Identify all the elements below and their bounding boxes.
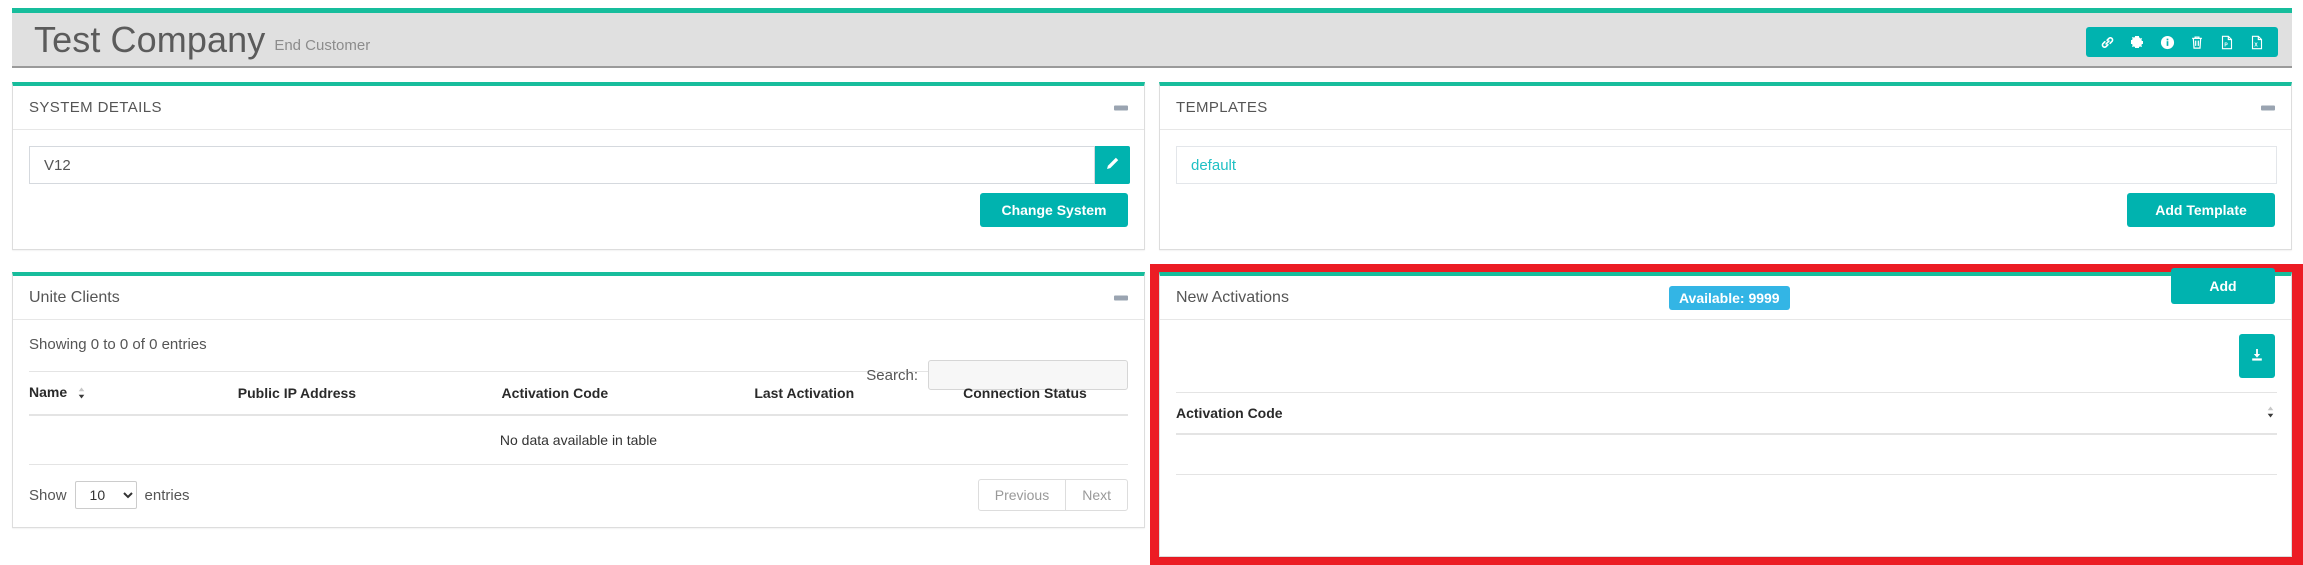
new-activations-title: New Activations bbox=[1176, 288, 1289, 306]
activations-table: Activation Code bbox=[1176, 392, 2277, 475]
change-system-button[interactable]: Change System bbox=[980, 193, 1128, 227]
unite-clients-title: Unite Clients bbox=[29, 288, 120, 306]
trash-icon[interactable] bbox=[2182, 27, 2212, 57]
gear-icon[interactable] bbox=[2122, 27, 2152, 57]
system-details-header: SYSTEM DETAILS bbox=[13, 86, 1144, 130]
available-badge: Available: 9999 bbox=[1668, 285, 1790, 310]
file-excel-icon[interactable]: X bbox=[2242, 27, 2272, 57]
system-version-field[interactable]: V12 bbox=[29, 146, 1095, 184]
pagination: Previous Next bbox=[977, 479, 1128, 511]
column-header-connection-status[interactable]: Connection Status bbox=[963, 371, 1128, 416]
page-size-select[interactable]: 10 bbox=[74, 481, 137, 509]
column-header-activation-code[interactable]: Activation Code bbox=[1176, 392, 2277, 435]
add-template-button[interactable]: Add Template bbox=[2127, 193, 2275, 227]
activation-code-cell[interactable] bbox=[1176, 434, 2277, 475]
page-title: Test Company bbox=[34, 18, 266, 60]
activations-table-head: Activation Code bbox=[1176, 392, 2277, 435]
column-header-last-activation[interactable]: Last Activation bbox=[754, 371, 964, 416]
minimize-icon[interactable] bbox=[2261, 105, 2275, 110]
svg-text:X: X bbox=[2254, 42, 2258, 48]
table-row bbox=[1176, 434, 2277, 475]
download-icon bbox=[2249, 347, 2265, 366]
unite-clients-table-head: Name Public IP Address Activation Code L… bbox=[29, 371, 1128, 416]
entries-label: entries bbox=[144, 486, 190, 504]
templates-panel: TEMPLATES default Add Template bbox=[1159, 82, 2292, 250]
column-header-public-ip[interactable]: Public IP Address bbox=[237, 371, 502, 416]
empty-table-message: No data available in table bbox=[29, 415, 1128, 465]
template-item-default[interactable]: default bbox=[1191, 157, 1236, 174]
page-subtitle: End Customer bbox=[274, 37, 371, 54]
system-edit-button[interactable] bbox=[1095, 146, 1130, 184]
activations-table-wrap: Activation Code bbox=[1176, 392, 2277, 475]
unite-clients-table: Name Public IP Address Activation Code L… bbox=[29, 371, 1128, 465]
system-details-panel: SYSTEM DETAILS V12 Change System bbox=[12, 82, 1145, 250]
new-activations-panel: New Activations Available: 9999 Activati… bbox=[1159, 268, 2292, 557]
page-root: Test Company End Customer P X SYSTEM DET… bbox=[0, 0, 2303, 565]
add-activation-button[interactable]: Add bbox=[2171, 268, 2275, 304]
column-header-name[interactable]: Name bbox=[29, 371, 238, 416]
previous-page-button[interactable]: Previous bbox=[977, 479, 1067, 511]
header-action-toolbar: P X bbox=[2086, 27, 2278, 57]
download-activations-button[interactable] bbox=[2239, 334, 2275, 378]
activations-table-body bbox=[1176, 434, 2277, 475]
unite-clients-header: Unite Clients bbox=[13, 276, 1144, 320]
table-row: No data available in table bbox=[29, 415, 1128, 465]
template-list: default bbox=[1176, 146, 2277, 184]
next-page-button[interactable]: Next bbox=[1065, 479, 1128, 511]
minimize-icon[interactable] bbox=[1114, 105, 1128, 110]
table-header-row: Activation Code bbox=[1176, 392, 2277, 435]
page-header: Test Company End Customer P X bbox=[12, 8, 2292, 68]
svg-text:P: P bbox=[2224, 42, 2228, 48]
column-header-activation-code[interactable]: Activation Code bbox=[501, 371, 755, 416]
showing-entries-text: Showing 0 to 0 of 0 entries bbox=[29, 336, 207, 353]
minimize-icon[interactable] bbox=[1114, 295, 1128, 300]
show-entries-control: Show 10 entries bbox=[29, 481, 190, 509]
new-activations-header: New Activations Available: 9999 bbox=[1160, 276, 2291, 320]
pencil-icon bbox=[1105, 156, 1120, 174]
sort-icon bbox=[2266, 405, 2275, 421]
show-label: Show bbox=[29, 486, 67, 504]
unite-clients-body: Showing 0 to 0 of 0 entries Search: Name bbox=[13, 320, 1144, 527]
templates-header: TEMPLATES bbox=[1160, 86, 2291, 130]
unite-clients-table-body: No data available in table bbox=[29, 415, 1128, 465]
file-pdf-icon[interactable]: P bbox=[2212, 27, 2242, 57]
sort-icon bbox=[77, 386, 86, 402]
unite-clients-panel: Unite Clients Showing 0 to 0 of 0 entrie… bbox=[12, 272, 1145, 528]
info-icon[interactable] bbox=[2152, 27, 2182, 57]
link-icon[interactable] bbox=[2092, 27, 2122, 57]
table-header-row: Name Public IP Address Activation Code L… bbox=[29, 371, 1128, 416]
system-details-title: SYSTEM DETAILS bbox=[29, 99, 162, 116]
templates-title: TEMPLATES bbox=[1176, 99, 1268, 116]
table-footer: Show 10 entries Previous Next bbox=[29, 479, 1128, 511]
